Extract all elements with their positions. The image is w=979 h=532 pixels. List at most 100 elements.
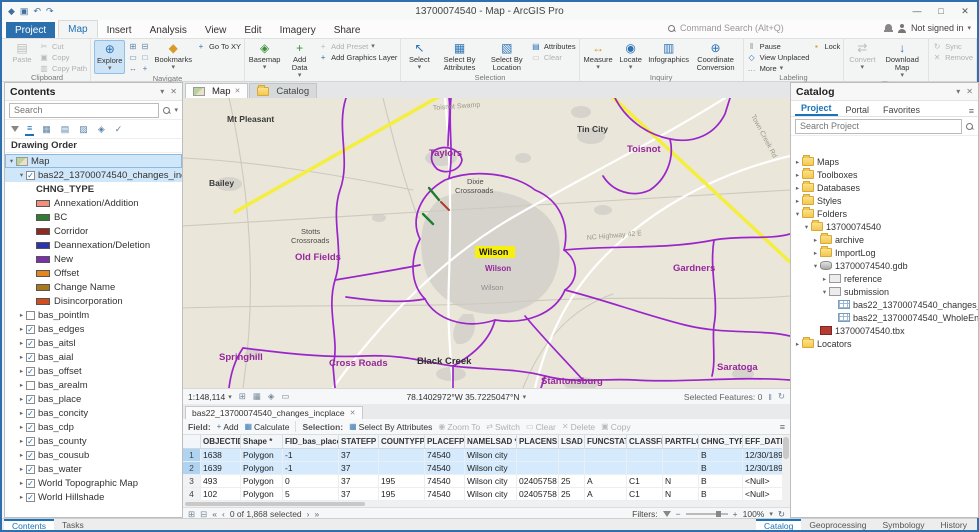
map-canvas[interactable]: Mt PleasantBaileyTin CityTaylorsToisnotD…: [183, 98, 790, 388]
expander-icon[interactable]: ▾: [17, 171, 26, 179]
close-pane-icon[interactable]: ✕: [966, 87, 973, 96]
basemap-button[interactable]: ◈ Basemap ▾: [248, 40, 281, 72]
list-by-source-icon[interactable]: ▦: [40, 123, 53, 136]
cut-button[interactable]: ✂Cut: [39, 41, 87, 51]
lock-labels-button[interactable]: ▪Lock: [811, 41, 840, 51]
redo-button[interactable]: ↷: [46, 6, 54, 17]
expander-icon[interactable]: ▸: [793, 197, 802, 205]
expander-icon[interactable]: ▸: [17, 437, 26, 445]
contents-item[interactable]: ▸bas_arealm: [5, 378, 182, 392]
contents-item[interactable]: Offset: [5, 266, 182, 280]
expander-icon[interactable]: ▸: [17, 479, 26, 487]
ribbon-tab-imagery[interactable]: Imagery: [271, 22, 325, 38]
panel-tab-tasks[interactable]: Tasks: [54, 519, 92, 530]
table-row[interactable]: 4102Polygon53719574540Wilson city0240575…: [183, 488, 790, 501]
panel-tab-history[interactable]: History: [933, 519, 975, 530]
row-selector[interactable]: 4: [183, 488, 201, 500]
panel-tab-symbology[interactable]: Symbology: [874, 519, 932, 530]
expander-icon[interactable]: ▾: [793, 210, 802, 218]
delete-selection-button[interactable]: ✕Delete: [562, 422, 595, 432]
expander-icon[interactable]: ▾: [811, 262, 820, 270]
column-header[interactable]: PLACEFP *: [425, 435, 465, 448]
explore-button[interactable]: ⊕ Explore ▾: [94, 40, 125, 74]
layer-checkbox[interactable]: ✓: [26, 339, 35, 348]
contents-item[interactable]: Annexation/Addition: [5, 196, 182, 210]
contents-item[interactable]: Change Name: [5, 280, 182, 294]
layer-checkbox[interactable]: ✓: [26, 423, 35, 432]
table-row[interactable]: 11638Polygon-13774540Wilson cityB12/30/1…: [183, 449, 790, 462]
contents-item[interactable]: ▸✓bas_water: [5, 462, 182, 476]
ribbon-tab-edit[interactable]: Edit: [235, 22, 270, 38]
expander-icon[interactable]: ▸: [793, 340, 802, 348]
contents-search-input[interactable]: [9, 103, 159, 118]
catalog-tab-portal[interactable]: Portal: [840, 104, 876, 116]
table-vertical-scrollbar[interactable]: [782, 435, 790, 501]
contents-item[interactable]: ▸✓bas_offset: [5, 364, 182, 378]
catalog-search-input[interactable]: [795, 119, 962, 134]
next-extent-icon[interactable]: ↔: [127, 64, 138, 74]
layer-checkbox[interactable]: ✓: [26, 395, 35, 404]
expander-icon[interactable]: ▾: [820, 288, 829, 296]
contents-item[interactable]: Deannexation/Deletion: [5, 238, 182, 252]
contents-item[interactable]: ▸✓bas_concity: [5, 406, 182, 420]
add-field-button[interactable]: +Add: [217, 422, 239, 432]
ribbon-tab-map[interactable]: Map: [58, 20, 97, 38]
column-header[interactable]: PARTFLG: [663, 435, 699, 448]
layer-checkbox[interactable]: ✓: [26, 437, 35, 446]
catalog-item[interactable]: ▸archive: [791, 233, 978, 246]
bookmarks-button[interactable]: ◆ Bookmarks ▾: [152, 40, 194, 72]
filter-icon[interactable]: [11, 126, 19, 132]
column-header[interactable]: CLASSFP: [627, 435, 663, 448]
table-grid[interactable]: OBJECTID *Shape *FID_bas_placeSTATEFP *C…: [183, 435, 790, 501]
column-header[interactable]: CHNG_TYPE: [699, 435, 743, 448]
sign-in-menu[interactable]: Not signed in ▾: [884, 23, 971, 33]
contents-item[interactable]: ▸✓bas_edges: [5, 322, 182, 336]
maximize-button[interactable]: □: [929, 2, 953, 20]
ribbon-tab-analysis[interactable]: Analysis: [141, 22, 196, 38]
expander-icon[interactable]: ▸: [17, 311, 26, 319]
select-button[interactable]: ↖ Select ▾: [404, 40, 434, 72]
row-selector[interactable]: 2: [183, 462, 201, 474]
contents-item[interactable]: Corridor: [5, 224, 182, 238]
zoom-slider[interactable]: [686, 513, 728, 515]
add-preset-button[interactable]: +Add Preset▾: [318, 41, 397, 51]
filter-icon[interactable]: [663, 511, 671, 517]
list-by-editing-icon[interactable]: ▨: [77, 123, 90, 136]
layer-checkbox[interactable]: ✓: [26, 479, 35, 488]
more-button[interactable]: …More▾: [747, 63, 810, 73]
layer-checkbox[interactable]: ✓: [26, 325, 35, 334]
close-icon[interactable]: ✕: [234, 87, 240, 95]
column-header[interactable]: STATEFP *: [339, 435, 379, 448]
expander-icon[interactable]: ▸: [17, 381, 26, 389]
coordinate-conversion-button[interactable]: ⊕ Coordinate Conversion: [692, 40, 740, 73]
basemap-toggle-icon[interactable]: ◈: [268, 391, 275, 402]
expander-icon[interactable]: ▸: [820, 275, 829, 283]
layer-checkbox[interactable]: ✓: [26, 171, 35, 180]
table-row[interactable]: 21639Polygon-13774540Wilson cityB12/30/1…: [183, 462, 790, 475]
catalog-tab-favorites[interactable]: Favorites: [877, 104, 926, 116]
layer-checkbox[interactable]: ✓: [26, 493, 35, 502]
contents-item[interactable]: ▸bas_pointlm: [5, 308, 182, 322]
scale-input[interactable]: 1:148,114 ▾: [188, 392, 232, 402]
contents-item[interactable]: ▸✓bas_aial: [5, 350, 182, 364]
view-tab-map[interactable]: Map ✕: [185, 83, 248, 98]
list-by-snapping-icon[interactable]: ◈: [96, 123, 107, 136]
measure-button[interactable]: ↔ Measure ▾: [583, 40, 614, 72]
select-by-attributes-table-button[interactable]: ▦Select By Attributes: [349, 422, 432, 432]
contents-item[interactable]: ▸✓World Hillshade: [5, 490, 182, 504]
table-menu-icon[interactable]: ≡: [780, 422, 785, 432]
catalog-item[interactable]: ▾13700074540.gdb: [791, 259, 978, 272]
catalog-item[interactable]: bas22_13700074540_changes_incplace: [791, 298, 978, 311]
ribbon-tab-project[interactable]: Project: [6, 22, 55, 38]
catalog-item[interactable]: ▸Databases: [791, 181, 978, 194]
remove-button[interactable]: ✕Remove: [932, 52, 973, 62]
layer-checkbox[interactable]: ✓: [26, 451, 35, 460]
layer-checkbox[interactable]: [26, 381, 35, 390]
expander-icon[interactable]: ▸: [793, 171, 802, 179]
expander-icon[interactable]: ▸: [17, 395, 26, 403]
catalog-item[interactable]: ▾13700074540: [791, 220, 978, 233]
clear-selection-button[interactable]: ▭Clear: [526, 422, 556, 432]
list-by-selection-icon[interactable]: ▤: [59, 123, 72, 136]
catalog-item[interactable]: ▸Locators: [791, 337, 978, 350]
contents-item[interactable]: New: [5, 252, 182, 266]
